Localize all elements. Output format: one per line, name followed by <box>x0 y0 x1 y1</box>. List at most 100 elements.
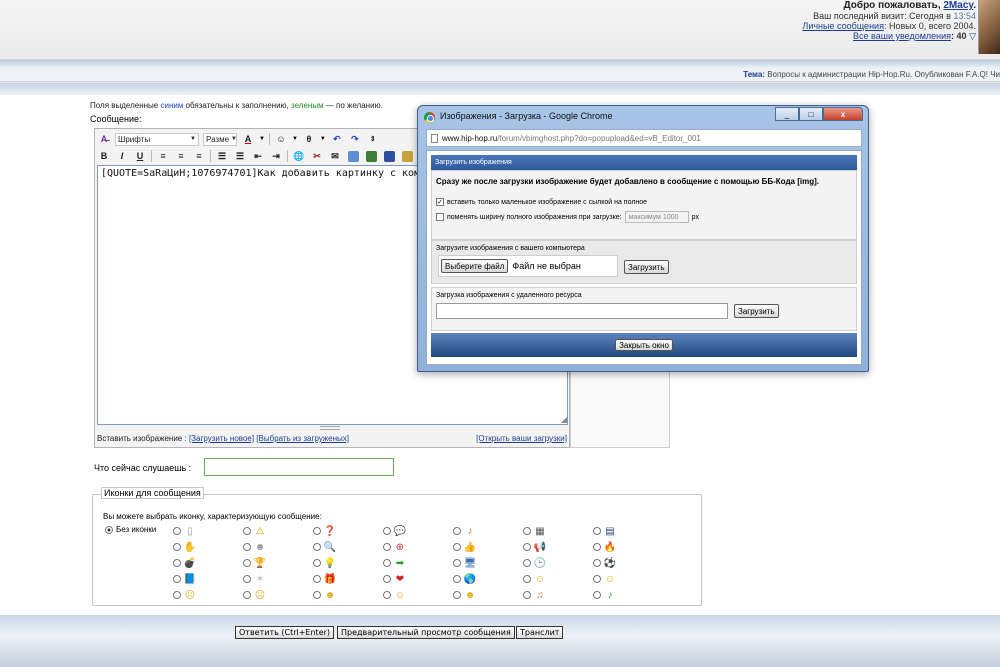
icon-radio[interactable] <box>313 575 321 583</box>
private-messages-link[interactable]: Личные сообщения <box>802 21 884 31</box>
translit-button[interactable]: Транслит <box>516 626 564 639</box>
icon-radio[interactable] <box>383 575 391 583</box>
icon-radio[interactable] <box>593 591 601 599</box>
icon-radio[interactable] <box>173 543 181 551</box>
resize-arrows-icon[interactable]: ⇕ <box>366 133 380 146</box>
preview-button[interactable]: Предварительный просмотр сообщения <box>337 626 515 639</box>
theme-text[interactable]: Вопросы к администрации Hip-Hop.Ru. Опуб… <box>767 70 1000 79</box>
icon-radio[interactable] <box>593 527 601 535</box>
username-link[interactable]: 2Macy <box>943 0 973 11</box>
icon-radio[interactable] <box>173 527 181 535</box>
icon-radio[interactable] <box>383 559 391 567</box>
icon-radio[interactable] <box>383 543 391 551</box>
open-uploads-link[interactable]: [Открыть ваши загрузки] <box>476 434 567 443</box>
close-bar: Закрыть окно <box>431 333 857 357</box>
lifebuoy-icon: ⊕ <box>395 541 405 553</box>
max-width-input[interactable]: максимум 1000 <box>624 211 689 223</box>
chevron-down-icon[interactable]: ▼ <box>320 136 326 142</box>
close-popup-button[interactable]: Закрыть окно <box>615 339 673 351</box>
icon-radio[interactable] <box>593 559 601 567</box>
icon-radio[interactable] <box>313 543 321 551</box>
upload-new-link[interactable]: [Загрузить новое] <box>189 434 254 443</box>
icon-radio[interactable] <box>453 527 461 535</box>
icon-radio[interactable] <box>313 591 321 599</box>
remote-url-input[interactable] <box>436 303 728 319</box>
icon-radio[interactable] <box>523 543 531 551</box>
icon-radio[interactable] <box>243 559 251 567</box>
code-icon[interactable] <box>400 150 414 163</box>
post-icons-fieldset: Иконки для сообщения Вы можете выбрать и… <box>92 487 702 606</box>
choose-uploaded-link[interactable]: [Выбрать из загруженых] <box>256 434 349 443</box>
address-bar[interactable]: www.hip-hop.ru/forum/vbimghost.php?do=po… <box>426 129 862 147</box>
avatar[interactable] <box>978 0 1000 54</box>
icon-radio[interactable] <box>173 591 181 599</box>
bold-icon[interactable]: B <box>97 150 111 163</box>
video-icon[interactable] <box>382 150 396 163</box>
unlink-icon[interactable]: ✂ <box>310 150 324 163</box>
resize-checkbox[interactable] <box>436 213 444 221</box>
icon-radio[interactable] <box>453 575 461 583</box>
icon-radio[interactable] <box>313 559 321 567</box>
insert-image-icon[interactable] <box>364 150 378 163</box>
underline-icon[interactable]: U <box>133 150 147 163</box>
icon-radio[interactable] <box>523 591 531 599</box>
icon-radio[interactable] <box>453 543 461 551</box>
unordered-list-icon[interactable]: ☰ <box>233 150 247 163</box>
icon-radio[interactable] <box>383 527 391 535</box>
chevron-down-icon[interactable]: ▼ <box>292 136 298 142</box>
notifications-link[interactable]: Все ваши уведомления <box>853 31 951 41</box>
font-select[interactable]: Шрифты ▼ <box>115 132 199 146</box>
px-label: px <box>691 213 700 221</box>
reply-button[interactable]: Ответить (Ctrl+Enter) <box>235 626 335 639</box>
icon-radio[interactable] <box>243 543 251 551</box>
icon-radio[interactable] <box>523 575 531 583</box>
outdent-icon[interactable]: ⇤ <box>251 150 265 163</box>
special-chars-icon[interactable]: θ <box>302 133 316 146</box>
icon-radio[interactable] <box>243 591 251 599</box>
smiley-icon[interactable]: ☺ <box>274 133 288 146</box>
size-select[interactable]: Разме ▼ <box>203 132 237 146</box>
email-icon[interactable]: ✉ <box>328 150 342 163</box>
maximize-button[interactable]: □ <box>799 107 823 121</box>
upload-local-button[interactable]: Загрузить <box>624 260 669 274</box>
link-icon[interactable]: 🌐 <box>292 150 306 163</box>
align-left-icon[interactable]: ≡ <box>156 150 170 163</box>
ordered-list-icon[interactable]: ☰ <box>215 150 229 163</box>
icon-radio-none[interactable] <box>105 525 113 534</box>
minimize-button[interactable]: _ <box>775 107 799 121</box>
icon-radio[interactable] <box>593 543 601 551</box>
resize-grip-icon[interactable]: ◢ <box>561 415 567 424</box>
undo-icon[interactable]: ↶ <box>330 133 344 146</box>
text-color-icon[interactable]: A <box>241 133 255 146</box>
icon-radio[interactable] <box>173 559 181 567</box>
icon-radio[interactable] <box>523 527 531 535</box>
thumbnail-checkbox[interactable]: ✓ <box>436 198 444 206</box>
icon-radio[interactable] <box>453 591 461 599</box>
book-icon: 📘 <box>183 573 197 585</box>
image-icon[interactable] <box>346 150 360 163</box>
icon-radio[interactable] <box>173 575 181 583</box>
align-right-icon[interactable]: ≡ <box>192 150 206 163</box>
close-window-button[interactable]: x <box>823 107 863 121</box>
pm-stats: : Новых 0, всего 2004. <box>883 21 976 31</box>
choose-file-button[interactable]: Выберите файл <box>441 259 509 273</box>
icon-radio[interactable] <box>313 527 321 535</box>
toolbar-divider <box>151 150 152 162</box>
chevron-down-icon[interactable]: ▽ <box>969 31 976 41</box>
icon-radio[interactable] <box>243 527 251 535</box>
icon-radio[interactable] <box>453 559 461 567</box>
icon-radio[interactable] <box>523 559 531 567</box>
remove-format-icon[interactable]: A̶ <box>97 133 111 146</box>
listening-input[interactable] <box>204 458 394 476</box>
icon-radio[interactable] <box>593 575 601 583</box>
textarea-resize-handle[interactable] <box>320 426 340 430</box>
indent-icon[interactable]: ⇥ <box>269 150 283 163</box>
italic-icon[interactable]: I <box>115 150 129 163</box>
redo-icon[interactable]: ↷ <box>348 133 362 146</box>
icon-radio[interactable] <box>243 575 251 583</box>
chevron-down-icon[interactable]: ▼ <box>259 136 265 142</box>
icon-radio[interactable] <box>383 591 391 599</box>
magnifier-icon: 🔍 <box>323 541 337 553</box>
align-center-icon[interactable]: ≡ <box>174 150 188 163</box>
upload-remote-button[interactable]: Загрузить <box>734 304 779 318</box>
